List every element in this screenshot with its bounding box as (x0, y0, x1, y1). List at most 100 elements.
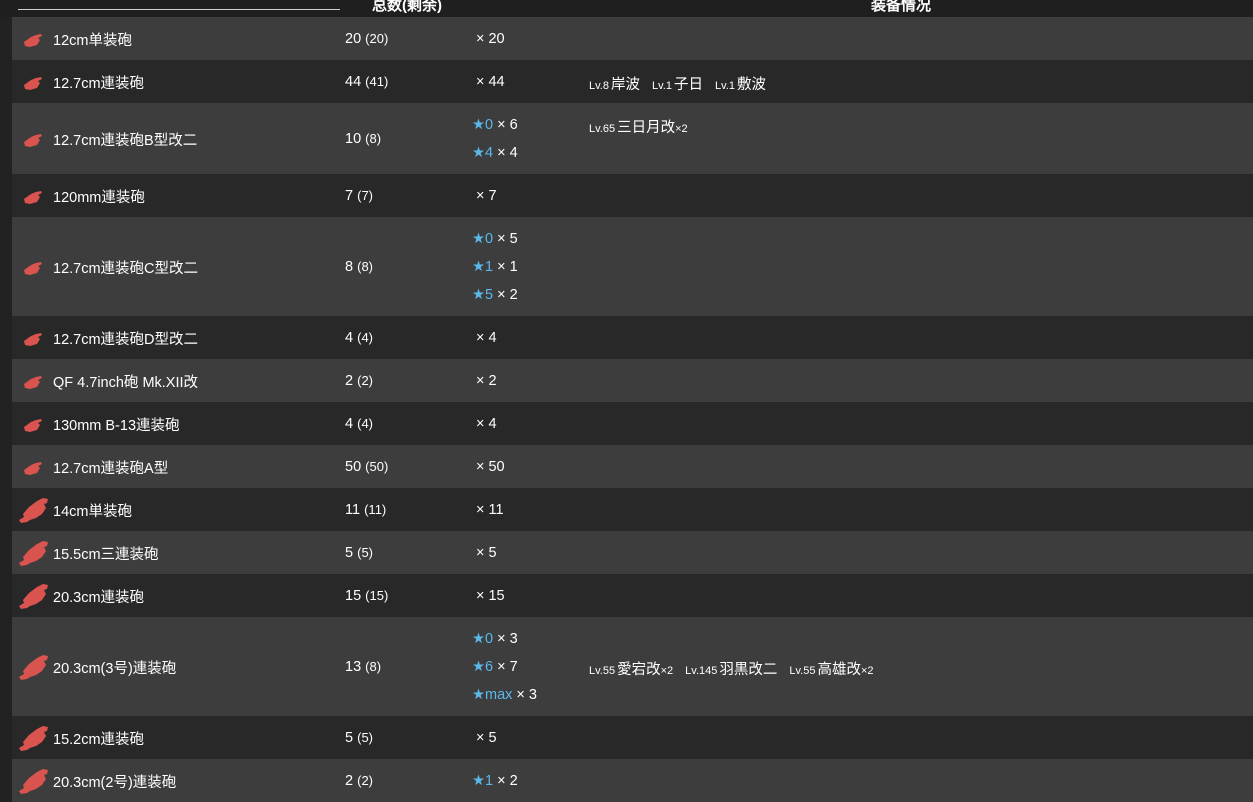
improvement-level: × 15 (472, 582, 505, 610)
count-total: 44 (345, 73, 362, 90)
table-row[interactable]: 20.3cm連装砲 15 (15) × 15 (12, 574, 1253, 617)
ship-level: Lv.55 (589, 664, 616, 677)
medium-gun-icon (17, 767, 51, 795)
equipment-count: 4 (4) (345, 330, 373, 346)
equipped-ship[interactable]: Lv.145 羽黒改二 (685, 662, 777, 678)
equipment-count: 13 (8) (345, 659, 381, 675)
equipment-count: 2 (2) (345, 373, 373, 389)
equipment-name: 15.2cm連装砲 (53, 731, 145, 748)
improvement-list: × 7 (472, 182, 497, 210)
improvement-count: × 2 (476, 372, 497, 389)
table-row[interactable]: 15.2cm連装砲 5 (5) × 5 (12, 716, 1253, 759)
count-remaining: (5) (357, 729, 373, 745)
improvement-list: × 4 (472, 324, 497, 352)
count-total: 10 (345, 130, 362, 147)
equipment-count: 7 (7) (345, 188, 373, 204)
table-row[interactable]: 20.3cm(3号)連装砲 13 (8) ★0 × 3 ★6 × 7 ★max × 3 Lv.5… (12, 617, 1253, 716)
count-remaining: (50) (365, 458, 389, 474)
improvement-count: × 4 (497, 144, 518, 161)
equipment-name: 20.3cm(2号)連装砲 (53, 774, 177, 791)
equipment-name: 12.7cm連装砲 (53, 75, 145, 92)
improvement-list: × 2 (472, 367, 497, 395)
small-gun-icon (22, 416, 44, 434)
equipped-ship[interactable]: Lv.8 岸波 (589, 77, 640, 93)
improvement-level: × 44 (472, 68, 505, 96)
equipment-table: 12cm单装砲 20 (20) × 20 12.7cm連装砲 44 (41) × 44 Lv… (12, 17, 1253, 802)
count-total: 7 (345, 187, 354, 204)
equipment-name: 12cm单装砲 (53, 32, 132, 49)
count-remaining: (20) (365, 30, 389, 46)
table-row[interactable]: 120mm連装砲 7 (7) × 7 (12, 174, 1253, 217)
improvement-level: ★1 × 1 (472, 253, 518, 281)
improvement-list: × 5 (472, 539, 497, 567)
count-remaining: (7) (357, 187, 373, 203)
small-gun-icon (22, 74, 44, 92)
improvement-level: ★0 × 5 (472, 225, 518, 253)
medium-gun-icon (17, 539, 51, 567)
improvement-count: × 3 (516, 686, 537, 703)
table-row[interactable]: 14cm単装砲 11 (11) × 11 (12, 488, 1253, 531)
equipment-name: 12.7cm連装砲B型改二 (53, 132, 198, 149)
count-remaining: (8) (365, 658, 382, 674)
equipped-ship[interactable]: Lv.55 高雄改×2 (789, 662, 873, 678)
table-row[interactable]: QF 4.7inch砲 Mk.XII改 2 (2) × 2 (12, 359, 1253, 402)
improvement-level: × 20 (472, 25, 505, 53)
count-remaining: (4) (357, 415, 373, 431)
equipment-count: 2 (2) (345, 773, 373, 789)
star-level: ★0 (472, 630, 494, 647)
small-gun-icon (22, 131, 44, 149)
small-gun-icon (22, 188, 44, 206)
ship-level: Lv.65 (589, 122, 616, 135)
equipment-count: 15 (15) (345, 588, 388, 604)
equipped-ship[interactable]: Lv.1 敷波 (715, 77, 766, 93)
table-row[interactable]: 12.7cm連装砲C型改二 8 (8) ★0 × 5 ★1 × 1 ★5 × 2 (12, 217, 1253, 316)
equipment-count: 44 (41) (345, 74, 388, 90)
table-row[interactable]: 12.7cm連装砲 44 (41) × 44 Lv.8 岸波 Lv.1 子日 Lv.1 敷波 (12, 60, 1253, 103)
table-row[interactable]: 15.5cm三連装砲 5 (5) × 5 (12, 531, 1253, 574)
improvement-level: ★4 × 4 (472, 139, 518, 167)
count-remaining: (8) (365, 130, 382, 146)
count-total: 4 (345, 329, 354, 346)
equipment-name: 20.3cm連装砲 (53, 589, 145, 606)
star-level: ★0 (472, 230, 494, 247)
header-count: 总数(剩余) (372, 0, 442, 14)
equipment-name: 12.7cm連装砲D型改二 (53, 331, 199, 348)
ship-equip-count: ×2 (675, 122, 688, 135)
equipment-count: 20 (20) (345, 31, 388, 47)
equipment-name: 15.5cm三連装砲 (53, 546, 159, 563)
equipment-name: 12.7cm連装砲C型改二 (53, 260, 199, 277)
count-total: 2 (345, 372, 354, 389)
improvement-list: × 44 (472, 68, 505, 96)
equipped-ship[interactable]: Lv.1 子日 (652, 77, 703, 93)
improvement-level: × 2 (472, 367, 497, 395)
count-remaining: (4) (357, 329, 373, 345)
table-row[interactable]: 12.7cm連装砲D型改二 4 (4) × 4 (12, 316, 1253, 359)
improvement-count: × 44 (476, 73, 505, 90)
ship-name: 愛宕改 (617, 661, 661, 678)
count-remaining: (2) (357, 372, 373, 388)
ship-name: 三日月改 (617, 119, 676, 136)
improvement-list: ★1 × 2 (472, 767, 518, 795)
count-total: 11 (345, 501, 361, 518)
count-remaining: (11) (364, 501, 387, 517)
ship-equip-count: ×2 (660, 664, 674, 677)
improvement-level: ★0 × 3 (472, 625, 537, 653)
ship-name: 敷波 (736, 76, 766, 93)
table-row[interactable]: 12.7cm連装砲B型改二 10 (8) ★0 × 6 ★4 × 4 Lv.65 三日月改×2 (12, 103, 1253, 174)
table-row[interactable]: 12.7cm連装砲A型 50 (50) × 50 (12, 445, 1253, 488)
equipped-ship[interactable]: Lv.55 愛宕改×2 (589, 662, 673, 678)
ship-name: 子日 (673, 76, 703, 93)
ship-name: 岸波 (610, 76, 640, 93)
star-level: ★1 (472, 772, 494, 789)
table-row[interactable]: 20.3cm(2号)連装砲 2 (2) ★1 × 2 (12, 759, 1253, 802)
equipment-count: 5 (5) (345, 730, 373, 746)
star-level: ★4 (472, 144, 494, 161)
improvement-count: × 4 (476, 415, 497, 432)
count-total: 5 (345, 544, 354, 561)
improvement-list: ★0 × 5 ★1 × 1 ★5 × 2 (472, 225, 518, 309)
table-row[interactable]: 12cm单装砲 20 (20) × 20 (12, 17, 1253, 60)
table-row[interactable]: 130mm B-13連装砲 4 (4) × 4 (12, 402, 1253, 445)
ship-name: 高雄改 (817, 661, 861, 678)
count-total: 20 (345, 30, 362, 47)
equipped-ship[interactable]: Lv.65 三日月改×2 (589, 120, 688, 136)
